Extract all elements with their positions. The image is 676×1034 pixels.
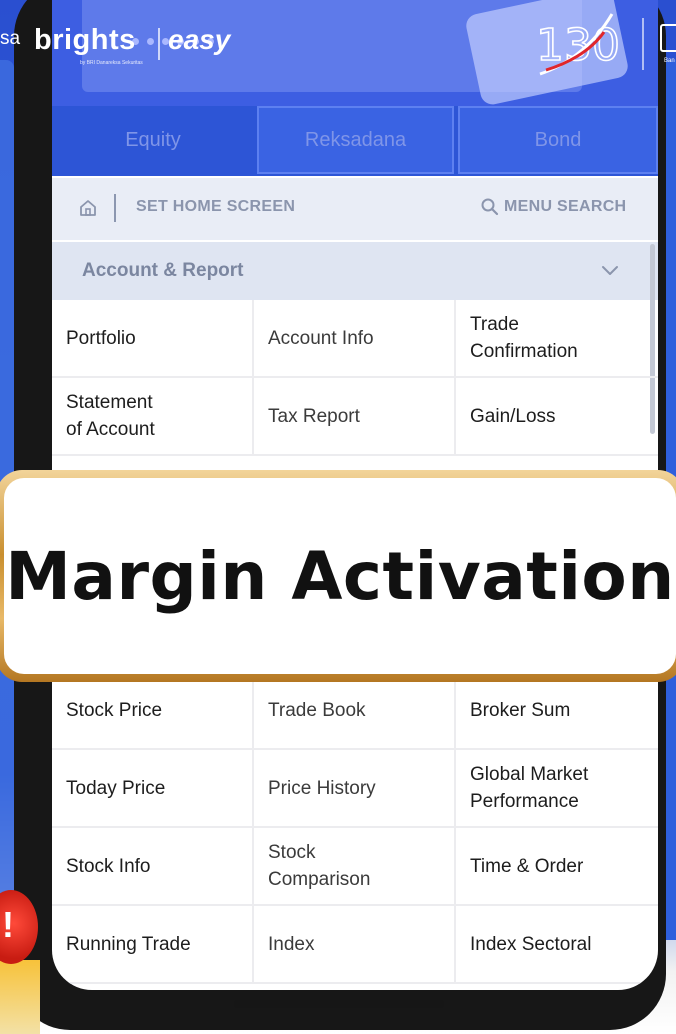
tab-equity[interactable]: Equity [52,106,254,174]
menu-grid-market: Stock Price Trade Book Broker Sum Today … [52,672,658,984]
brand-header: sa brights by BRI Danareksa Sekuritas ea… [0,0,676,90]
menu-row: Portfolio Account Info Trade Confirmatio… [52,300,658,378]
home-icon[interactable] [78,198,98,218]
easy-logo: easy [168,24,231,55]
menu-item-stock-comparison[interactable]: Stock Comparison [254,828,456,904]
search-icon[interactable] [480,197,500,217]
margin-activation-callout: Margin Activation [0,470,676,682]
toolbar-divider [114,194,116,222]
menu-grid-account: Portfolio Account Info Trade Confirmatio… [52,300,658,456]
brights-tagline: by BRI Danareksa Sekuritas [80,60,143,66]
menu-item-portfolio[interactable]: Portfolio [52,300,254,376]
partner-logo-text-fragment: Ban [664,58,675,64]
menu-item-stock-price[interactable]: Stock Price [52,672,254,748]
section-title: Account & Report [82,260,244,281]
svg-text:130: 130 [536,20,620,71]
brights-logo: brights [34,24,136,56]
callout-title: Margin Activation [5,537,675,615]
menu-row: Statement of Account Tax Report Gain/Los… [52,378,658,456]
menu-item-stock-info[interactable]: Stock Info [52,828,254,904]
anniversary-130-logo: 130 [535,13,621,76]
product-tabs: Equity Reksadana Bond [52,106,658,176]
menu-item-index[interactable]: Index [254,906,456,982]
menu-row: Stock Info Stock Comparison Time & Order [52,828,658,906]
partner-logo-fragment [660,24,676,52]
section-header[interactable]: Account & Report [52,242,658,300]
chevron-down-icon[interactable] [600,260,620,280]
callout-body: Margin Activation [4,478,676,674]
menu-item-statement-of-account[interactable]: Statement of Account [52,378,254,454]
menu-item-broker-sum[interactable]: Broker Sum [456,672,658,748]
brand-left-fragment: sa [0,28,21,49]
menu-item-today-price[interactable]: Today Price [52,750,254,826]
menu-item-gain-loss[interactable]: Gain/Loss [456,378,658,454]
corner-glow [0,960,40,1034]
tab-reksadana[interactable]: Reksadana [257,106,454,174]
set-home-screen-button[interactable]: SET HOME SCREEN [136,198,295,216]
menu-item-running-trade[interactable]: Running Trade [52,906,254,982]
brand-divider [158,28,160,60]
menu-row: Stock Price Trade Book Broker Sum [52,672,658,750]
menu-item-index-sectoral[interactable]: Index Sectoral [456,906,658,982]
menu-row: Running Trade Index Index Sectoral [52,906,658,984]
brand-divider-right [642,18,644,70]
menu-item-trade-book[interactable]: Trade Book [254,672,456,748]
menu-search-button[interactable]: MENU SEARCH [504,198,626,216]
menu-item-global-market-performance[interactable]: Global Market Performance [456,750,658,826]
menu-item-account-info[interactable]: Account Info [254,300,456,376]
home-indicator[interactable] [234,1000,444,1008]
alert-exclamation: ! [2,904,14,945]
menu-row: Today Price Price History Global Market … [52,750,658,828]
menu-item-trade-confirmation[interactable]: Trade Confirmation [456,300,658,376]
tab-bond[interactable]: Bond [458,106,658,174]
menu-toolbar: SET HOME SCREEN MENU SEARCH [52,178,658,240]
menu-item-time-and-order[interactable]: Time & Order [456,828,658,904]
menu-item-price-history[interactable]: Price History [254,750,456,826]
menu-item-tax-report[interactable]: Tax Report [254,378,456,454]
